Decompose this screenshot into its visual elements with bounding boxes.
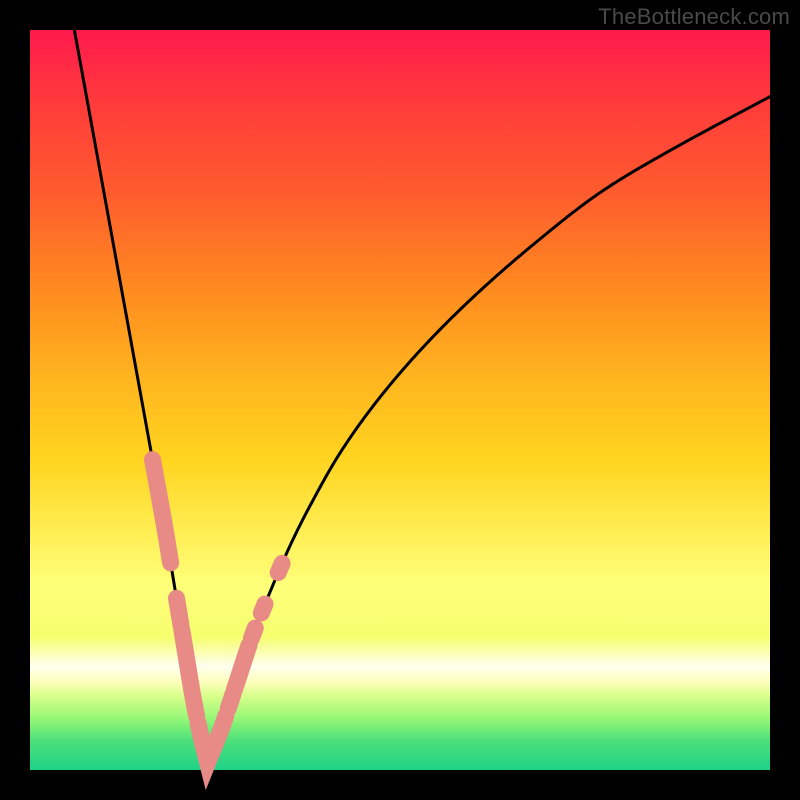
chart-svg [30,30,770,770]
curve-marker [278,563,282,572]
curve-marker [234,645,249,690]
curve-marker [261,604,265,613]
curve-marker [182,629,197,715]
curve-right-arm [208,97,770,763]
curve-marker [177,598,181,625]
plot-area [30,30,770,770]
curve-marker [252,628,256,638]
watermark-text: TheBottleneck.com [598,4,790,30]
chart-frame: TheBottleneck.com [0,0,800,800]
curve-marker [153,460,171,563]
